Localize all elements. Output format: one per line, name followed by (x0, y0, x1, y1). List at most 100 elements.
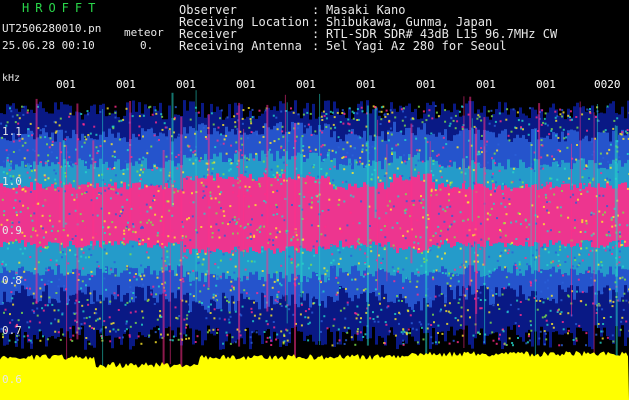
speckle-dot (330, 244, 333, 247)
speckle-dot (232, 301, 235, 304)
speckle-dot (437, 115, 440, 118)
speckle-dot (167, 200, 170, 203)
speckle-dot (403, 160, 406, 163)
speckle-dot (12, 303, 15, 306)
speckle-dot (19, 248, 22, 251)
speckle-dot (123, 229, 126, 232)
band-peak (78, 185, 81, 248)
speckle-dot (175, 156, 178, 158)
speckle-dot (111, 155, 114, 158)
speckle-dot (12, 151, 15, 153)
speckle-dot (379, 244, 382, 247)
speckle-dot (466, 287, 469, 290)
speckle-dot (250, 341, 253, 344)
speckle-dot (436, 255, 439, 258)
speckle-dot (572, 193, 575, 196)
speckle-dot (50, 229, 53, 232)
band-peak (609, 185, 612, 243)
speckle-dot (48, 296, 51, 299)
speckle-dot (466, 309, 469, 312)
time-tick-label: 001 (356, 78, 376, 91)
speckle-dot (258, 317, 261, 320)
speckle-dot (134, 321, 137, 324)
speckle-dot (381, 139, 384, 142)
speckle-dot (134, 296, 137, 299)
speckle-dot (540, 139, 543, 142)
speckle-dot (604, 129, 607, 132)
speckle-dot (580, 247, 583, 250)
speckle-dot (216, 332, 219, 334)
speckle-dot (303, 155, 306, 157)
speckle-dot (117, 309, 120, 311)
speckle-dot (347, 273, 349, 276)
speckle-dot (109, 300, 112, 303)
speckle-dot (606, 205, 609, 208)
speckle-dot (344, 287, 347, 290)
file-tag: meteor (124, 26, 164, 39)
speckle-dot (224, 296, 227, 299)
speckle-dot (410, 322, 413, 325)
band-peak (114, 182, 117, 242)
speckle-dot (396, 222, 399, 225)
speckle-dot (397, 270, 400, 273)
speckle-dot (231, 218, 234, 221)
speckle-dot (158, 276, 161, 279)
speckle-dot (263, 331, 266, 333)
speckle-dot (524, 219, 527, 222)
speckle-dot (85, 284, 87, 287)
band-peak (357, 187, 360, 246)
speckle-dot (356, 119, 359, 121)
speckle-dot (155, 121, 157, 124)
speckle-dot (275, 116, 278, 119)
band-peak (387, 187, 390, 242)
band-peak (525, 183, 528, 242)
speckle-dot (453, 236, 456, 239)
speckle-dot (314, 148, 317, 151)
speckle-dot (402, 328, 405, 331)
speckle-dot (599, 162, 602, 165)
speckle-dot (333, 318, 336, 321)
speckle-dot (219, 275, 222, 278)
speckle-dot (147, 237, 150, 240)
speckle-dot (430, 190, 433, 193)
speckle-dot (83, 322, 86, 325)
speckle-dot (110, 267, 113, 270)
speckle-dot (619, 328, 622, 331)
speckle-dot (354, 247, 357, 250)
speckle-dot (308, 172, 311, 175)
speckle-dot (581, 221, 584, 224)
speckle-dot (535, 116, 538, 119)
speckle-dot (502, 197, 505, 200)
speckle-dot (142, 156, 145, 159)
speckle-dot (558, 308, 560, 311)
speckle-dot (288, 308, 291, 311)
speckle-dot (488, 270, 491, 273)
speckle-dot (261, 214, 264, 217)
speckle-dot (106, 107, 109, 110)
speckle-dot (588, 253, 590, 256)
speckle-dot (150, 293, 153, 296)
speckle-dot (98, 174, 100, 177)
speckle-dot (558, 231, 561, 233)
speckle-dot (204, 273, 207, 276)
speckle-dot (241, 117, 244, 120)
speckle-dot (167, 180, 170, 183)
speckle-dot (276, 293, 279, 296)
speckle-dot (3, 214, 5, 217)
speckle-dot (184, 136, 187, 139)
speckle-dot (356, 112, 359, 115)
speckle-dot (281, 130, 284, 133)
band-peak (507, 187, 510, 244)
speckle-dot (361, 144, 364, 147)
speckle-dot (105, 270, 108, 273)
speckle-dot (417, 171, 420, 174)
speckle-dot (514, 264, 517, 267)
speckle-dot (47, 204, 50, 206)
speckle-dot (609, 215, 612, 218)
speckle-dot (128, 334, 131, 337)
speckle-dot (139, 275, 142, 278)
speckle-dot (361, 148, 364, 151)
band-peak (213, 180, 216, 253)
speckle-dot (18, 139, 21, 142)
speckle-dot (250, 131, 253, 134)
